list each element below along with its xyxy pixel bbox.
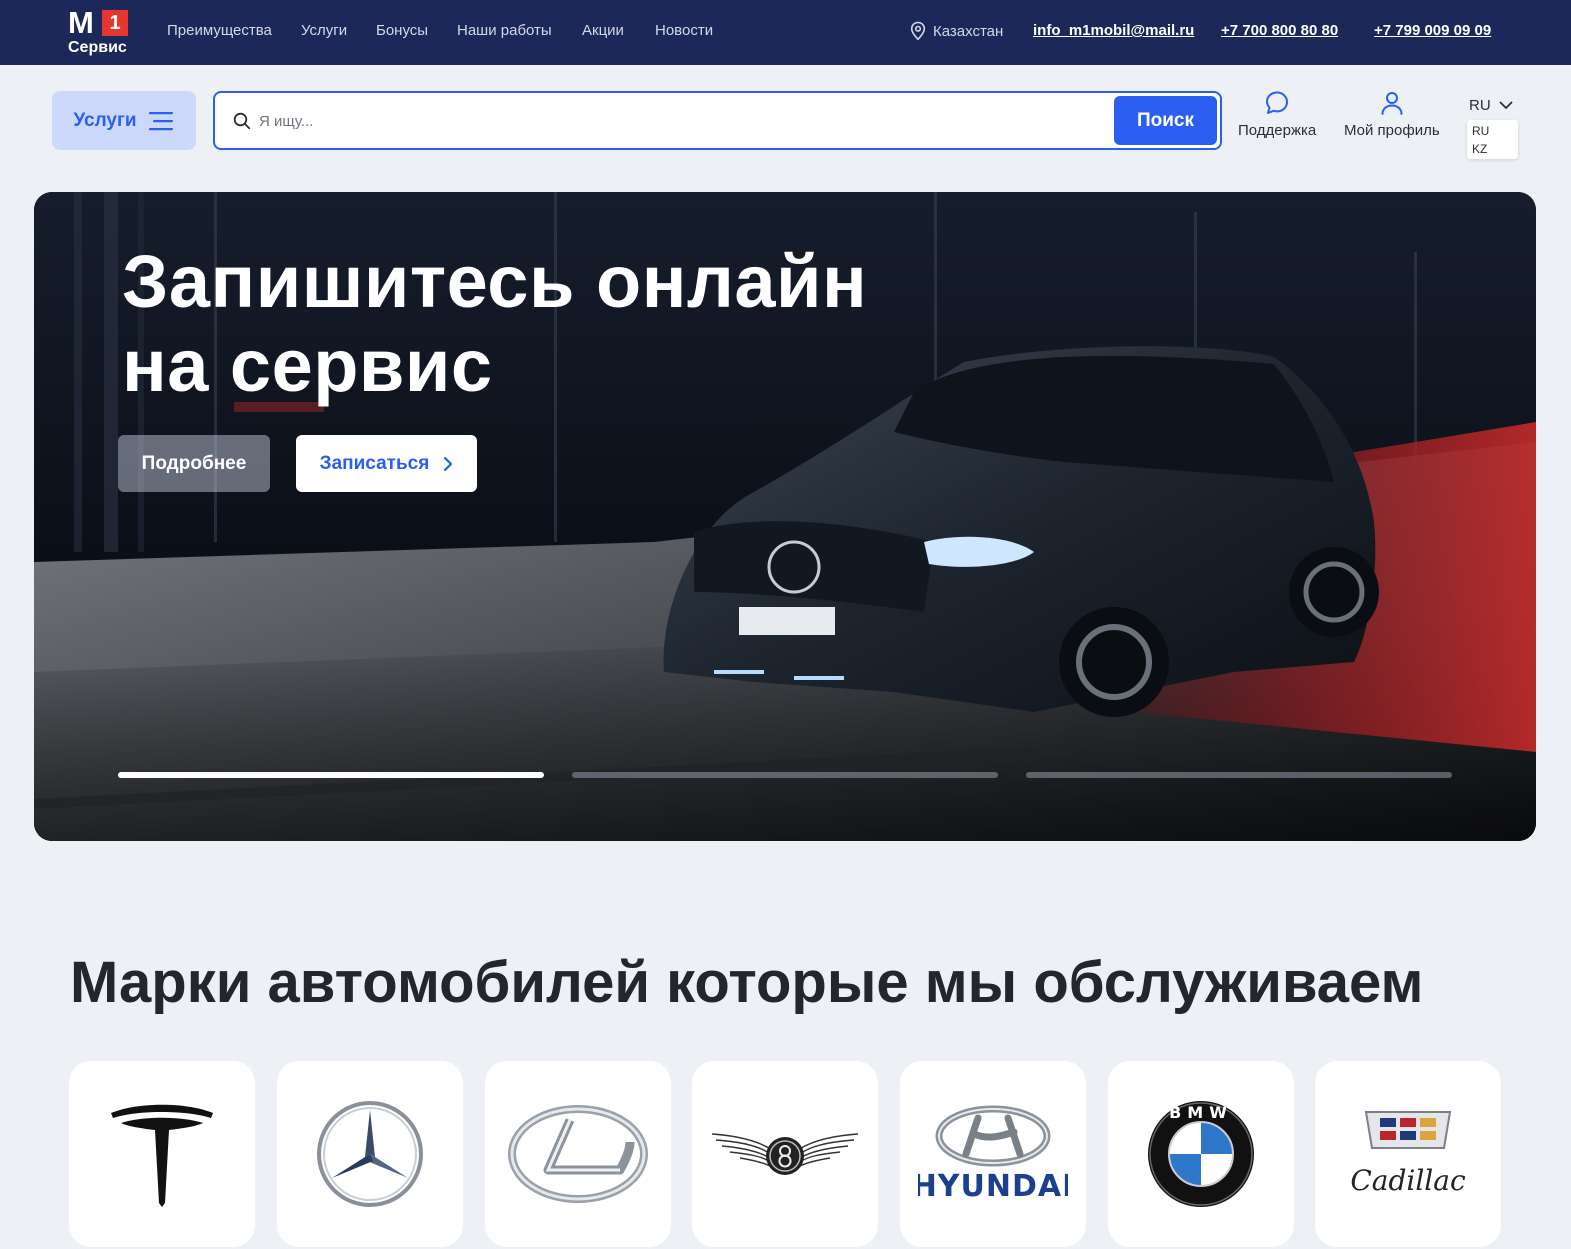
hamburger-icon bbox=[148, 111, 173, 130]
language-selector[interactable]: RU bbox=[1469, 97, 1513, 114]
more-button[interactable]: Подробнее bbox=[118, 435, 270, 492]
support-link[interactable]: Поддержка bbox=[1238, 90, 1316, 139]
hero-title: Запишитесь онлайн на сервис bbox=[122, 240, 867, 408]
search-button[interactable]: Поиск bbox=[1114, 96, 1217, 145]
search-bar: Поиск bbox=[213, 91, 1222, 150]
lexus-logo-icon bbox=[508, 1105, 648, 1203]
brand-card-bentley[interactable] bbox=[692, 1061, 878, 1247]
profile-label: Мой профиль bbox=[1344, 122, 1440, 139]
nav-promotions[interactable]: Акции bbox=[582, 22, 624, 40]
location-pin-icon bbox=[910, 21, 926, 41]
brand-card-cadillac[interactable]: Cadillac bbox=[1315, 1061, 1501, 1247]
language-option-ru[interactable]: RU bbox=[1472, 122, 1513, 140]
language-dropdown: RU KZ bbox=[1467, 120, 1518, 159]
brand-card-lexus[interactable] bbox=[485, 1061, 671, 1247]
brand-card-hyundai[interactable]: HYUNDAI bbox=[900, 1061, 1086, 1247]
mercedes-logo-icon bbox=[317, 1101, 423, 1207]
services-menu-label: Услуги bbox=[73, 109, 137, 131]
hero-title-line1: Запишитесь онлайн bbox=[122, 240, 868, 323]
nav-advantages[interactable]: Преимущества bbox=[167, 22, 272, 40]
logo-subtitle: Сервис bbox=[68, 39, 127, 56]
logo-number: 1 bbox=[102, 10, 128, 36]
book-button[interactable]: Записаться bbox=[296, 435, 477, 492]
nav-news[interactable]: Новости bbox=[655, 22, 713, 40]
chevron-down-icon bbox=[1499, 101, 1513, 109]
nav-our-works[interactable]: Наши работы bbox=[457, 22, 552, 40]
slide-indicator-3[interactable] bbox=[1026, 772, 1452, 778]
hero-banner: Запишитесь онлайн на сервис Подробнее За… bbox=[34, 192, 1536, 841]
user-icon bbox=[1381, 92, 1403, 115]
search-input[interactable] bbox=[259, 107, 1099, 135]
location-selector[interactable]: Казахстан bbox=[909, 21, 1003, 41]
book-button-label: Записаться bbox=[319, 452, 430, 474]
bmw-wordmark: BMW bbox=[1169, 1103, 1233, 1122]
search-icon bbox=[233, 112, 251, 130]
hero-title-line2: на сервис bbox=[122, 324, 493, 407]
slide-indicator-1[interactable] bbox=[118, 772, 544, 778]
brand-card-bmw[interactable]: BMW bbox=[1108, 1061, 1294, 1247]
brand-card-tesla[interactable] bbox=[69, 1061, 255, 1247]
nav-services[interactable]: Услуги bbox=[301, 22, 347, 40]
bmw-logo-icon: BMW bbox=[1148, 1101, 1254, 1207]
hyundai-logo-icon: HYUNDAI bbox=[918, 1105, 1068, 1204]
phone-link-1[interactable]: +7 700 800 80 80 bbox=[1221, 22, 1338, 40]
support-label: Поддержка bbox=[1238, 122, 1317, 139]
email-link[interactable]: info_m1mobil@mail.ru bbox=[1033, 22, 1194, 40]
site-logo[interactable]: M 1 Сервис bbox=[68, 6, 130, 56]
location-label: Казахстан bbox=[933, 22, 1004, 40]
more-button-label: Подробнее bbox=[141, 452, 247, 474]
chevron-right-icon bbox=[444, 456, 453, 471]
chat-bubble-icon bbox=[1266, 91, 1289, 114]
brand-card-mercedes[interactable] bbox=[277, 1061, 463, 1247]
services-menu-button[interactable]: Услуги bbox=[52, 91, 196, 150]
bentley-logo-icon bbox=[711, 1133, 859, 1175]
cadillac-wordmark: Cadillac bbox=[1350, 1164, 1466, 1197]
profile-link[interactable]: Мой профиль bbox=[1344, 90, 1440, 139]
nav-bonuses[interactable]: Бонусы bbox=[376, 22, 428, 40]
brands-title: Марки автомобилей которые мы обслуживаем bbox=[70, 950, 1424, 1015]
language-current: RU bbox=[1469, 97, 1491, 114]
logo-letter: M bbox=[68, 5, 94, 40]
cadillac-logo-icon: Cadillac bbox=[1350, 1111, 1466, 1197]
hyundai-wordmark: HYUNDAI bbox=[918, 1169, 1068, 1204]
tesla-logo-icon bbox=[111, 1104, 213, 1207]
phone-link-2[interactable]: +7 799 009 09 09 bbox=[1374, 22, 1491, 40]
language-option-kz[interactable]: KZ bbox=[1472, 140, 1513, 158]
top-bar: M 1 Сервис Преимущества Услуги Бонусы На… bbox=[0, 0, 1571, 65]
slide-indicator-2[interactable] bbox=[572, 772, 998, 778]
